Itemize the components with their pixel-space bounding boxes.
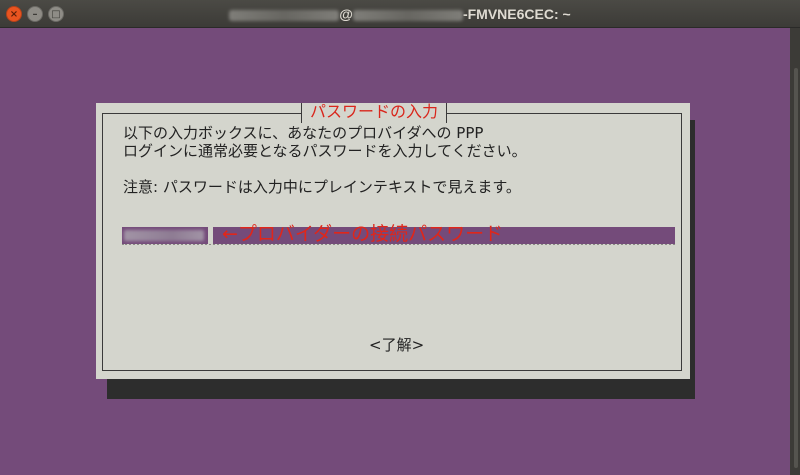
title-at: @ — [339, 6, 353, 22]
ok-button[interactable]: <了解> — [369, 336, 424, 354]
blurred-hostname — [352, 9, 463, 21]
note-text: 注意: パスワードは入力中にプレインテキストで見えます。 — [123, 178, 521, 196]
scrollbar[interactable] — [790, 28, 800, 475]
password-input-row: ←プロバイダーの接続パスワード — [122, 223, 675, 245]
password-dialog: 以下の入力ボックスに、あなたのプロバイダへの PPP ログインに通常必要となるパ… — [96, 103, 690, 379]
scrollbar-thumb[interactable] — [794, 68, 798, 468]
annotation-text: ←プロバイダーの接続パスワード — [222, 223, 504, 245]
dialog-title: パスワードの入力 — [301, 103, 448, 123]
blurred-username — [229, 9, 340, 21]
title-bar[interactable]: × – □ @ -FMVNE6CEC: ~ — [0, 0, 800, 28]
blurred-password — [124, 230, 204, 241]
text-cursor — [208, 227, 213, 244]
message-line-1: 以下の入力ボックスに、あなたのプロバイダへの PPP — [123, 124, 484, 142]
terminal-window: × – □ @ -FMVNE6CEC: ~ 以下の入力ボックスに、あなたのプロバイ… — [0, 0, 800, 475]
message-line-2: ログインに通常必要となるパスワードを入力してください。 — [123, 142, 527, 160]
window-title: @ -FMVNE6CEC: ~ — [0, 0, 800, 28]
title-suffix: -FMVNE6CEC: ~ — [462, 6, 571, 22]
dialog-frame: 以下の入力ボックスに、あなたのプロバイダへの PPP ログインに通常必要となるパ… — [102, 113, 682, 371]
